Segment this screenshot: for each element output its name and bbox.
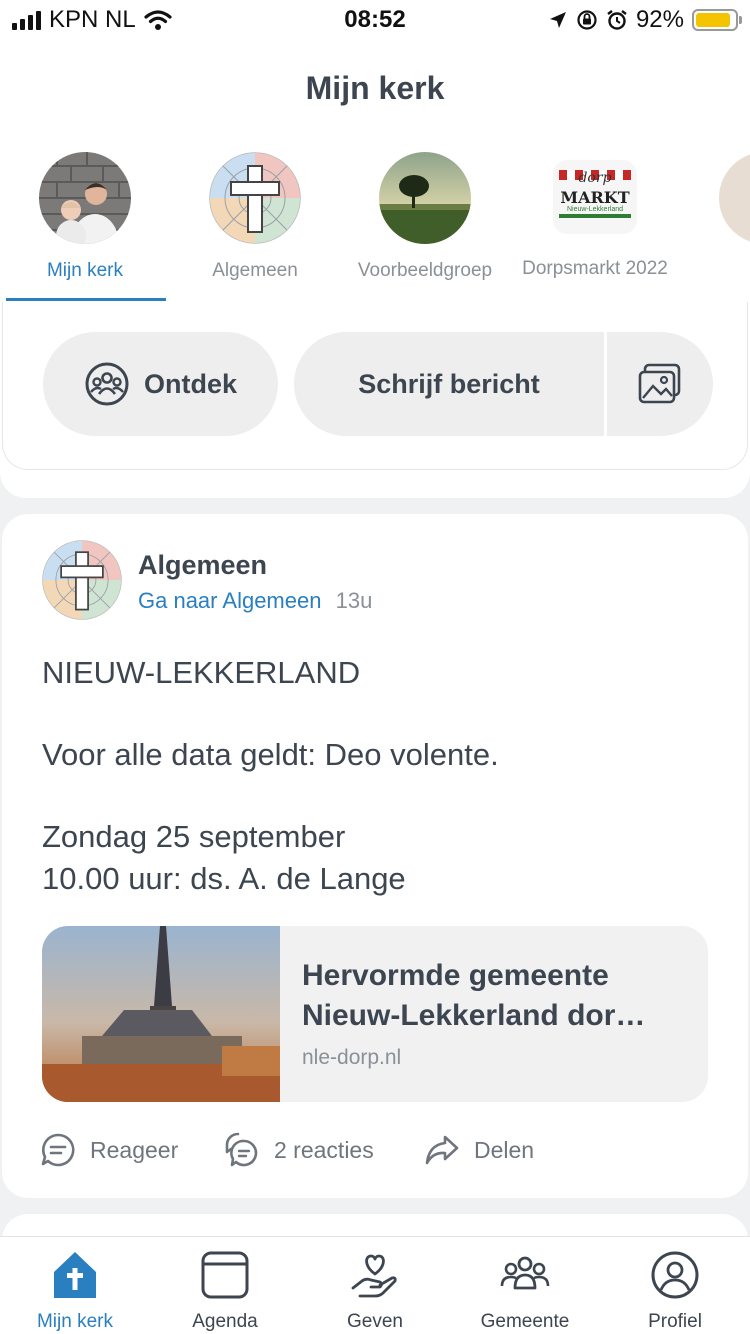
composer-inner: Ontdek Schrijf bericht	[2, 302, 748, 470]
profile-icon	[651, 1251, 699, 1299]
post-meta: Ga naar Algemeen 13u	[138, 588, 372, 614]
go-to-group-link[interactable]: Ga naar Algemeen	[138, 588, 321, 613]
image-icon	[638, 363, 681, 404]
post-group-name[interactable]: Algemeen	[138, 550, 267, 581]
active-group-indicator	[6, 298, 166, 301]
link-preview-domain: nle-dorp.nl	[302, 1046, 402, 1069]
group-avatar-partial	[719, 152, 750, 244]
orientation-lock-icon	[577, 10, 597, 30]
status-bar: KPN NL 08:52 92%	[0, 0, 750, 40]
church-icon	[54, 1252, 96, 1298]
dorpsmarkt-logo-dorp: dorp	[578, 170, 612, 186]
share-icon	[425, 1135, 459, 1165]
post-actions: Reageer 2 reacties Delen	[40, 1132, 720, 1172]
bottom-tab-bar: Mijn kerk Agenda Geven Gemeente Profiel	[0, 1236, 750, 1334]
dorpsmarkt-logo-markt: MARKT	[560, 188, 630, 207]
status-right: 92%	[548, 6, 742, 34]
tab-label: Mijn kerk	[36, 1311, 113, 1332]
add-photo-button[interactable]	[607, 332, 713, 436]
tab-agenda[interactable]: Agenda	[150, 1249, 300, 1333]
tab-label: Profiel	[648, 1311, 702, 1332]
group-avatar-voorbeeldgroep	[379, 152, 471, 244]
tab-label: Agenda	[192, 1311, 258, 1332]
tab-profiel[interactable]: Profiel	[600, 1249, 750, 1333]
comments-icon	[225, 1132, 258, 1167]
comments-button[interactable]: 2 reacties	[224, 1132, 374, 1168]
discover-group-icon	[85, 362, 129, 406]
battery-percent: 92%	[635, 6, 684, 33]
post-card: Algemeen Ga naar Algemeen 13u NIEUW-LEKK…	[2, 514, 748, 1198]
group-item-dorpsmarkt-2022[interactable]: dorp MARKT Nieuw-Lekkerland Dorpsmarkt 2…	[510, 152, 680, 280]
group-avatar-mijn-kerk	[39, 152, 131, 244]
post-timestamp: 13u	[335, 588, 373, 613]
group-carousel[interactable]: Mijn kerk Algemeen Voorbeeldgroep dorp M…	[0, 152, 750, 302]
link-preview-title: Hervormde gemeente	[302, 959, 609, 992]
page-title: Mijn kerk	[305, 70, 445, 106]
battery-icon	[692, 9, 742, 31]
post-group-avatar[interactable]	[42, 540, 122, 620]
calendar-icon	[201, 1251, 249, 1299]
tab-mijn-kerk[interactable]: Mijn kerk	[0, 1249, 150, 1333]
comment-icon	[41, 1133, 75, 1167]
post-body-line: 10.00 uur: ds. A. de Lange	[42, 861, 406, 896]
link-preview-image	[42, 926, 280, 1102]
dorpsmarkt-logo-place: Nieuw-Lekkerland	[566, 206, 624, 213]
link-preview-title: Nieuw-Lekkerland dor…	[302, 999, 646, 1032]
discover-button[interactable]: Ontdek	[43, 332, 278, 436]
alarm-icon	[607, 10, 627, 30]
heart-hand-icon	[351, 1254, 397, 1298]
share-label: Delen	[474, 1136, 535, 1163]
header: Mijn kerk Mijn kerk Algemeen Voorbeeldgr…	[0, 40, 750, 302]
react-label: Reageer	[90, 1136, 179, 1163]
tab-geven[interactable]: Geven	[300, 1249, 450, 1333]
link-preview[interactable]: Hervormde gemeente Nieuw-Lekkerland dor……	[42, 926, 708, 1102]
write-post-button[interactable]: Schrijf bericht	[294, 332, 604, 436]
group-label: Mijn kerk	[46, 260, 123, 281]
group-item-partial[interactable]: He	[680, 152, 750, 282]
group-label: Voorbeeldgroep	[357, 260, 493, 281]
tab-gemeente[interactable]: Gemeente	[450, 1249, 600, 1333]
community-icon	[500, 1256, 550, 1290]
write-post-control: Schrijf bericht	[294, 332, 713, 436]
comments-label: 2 reacties	[274, 1136, 374, 1163]
tab-label: Gemeente	[480, 1311, 570, 1332]
share-button[interactable]: Delen	[424, 1132, 534, 1168]
group-label: He	[680, 260, 750, 282]
post-body-line: NIEUW-LEKKERLAND	[42, 655, 361, 690]
post-body: NIEUW-LEKKERLAND Voor alle data geldt: D…	[42, 652, 722, 900]
location-arrow-icon	[549, 12, 566, 28]
group-avatar-dorpsmarkt: dorp MARKT Nieuw-Lekkerland	[553, 160, 637, 234]
post-body-line: Zondag 25 september	[42, 819, 346, 854]
group-item-mijn-kerk[interactable]: Mijn kerk	[0, 152, 170, 282]
post-body-line: Voor alle data geldt: Deo volente.	[42, 737, 499, 772]
group-item-algemeen[interactable]: Algemeen	[170, 152, 340, 282]
group-item-voorbeeldgroep[interactable]: Voorbeeldgroep	[340, 152, 510, 282]
tab-label: Geven	[347, 1311, 403, 1332]
discover-label: Ontdek	[143, 368, 237, 399]
composer-card: Ontdek Schrijf bericht	[0, 302, 750, 498]
group-label: Dorpsmarkt 2022	[522, 258, 668, 279]
group-avatar-algemeen	[209, 152, 301, 244]
group-label: Algemeen	[212, 260, 298, 281]
react-button[interactable]: Reageer	[40, 1132, 178, 1168]
